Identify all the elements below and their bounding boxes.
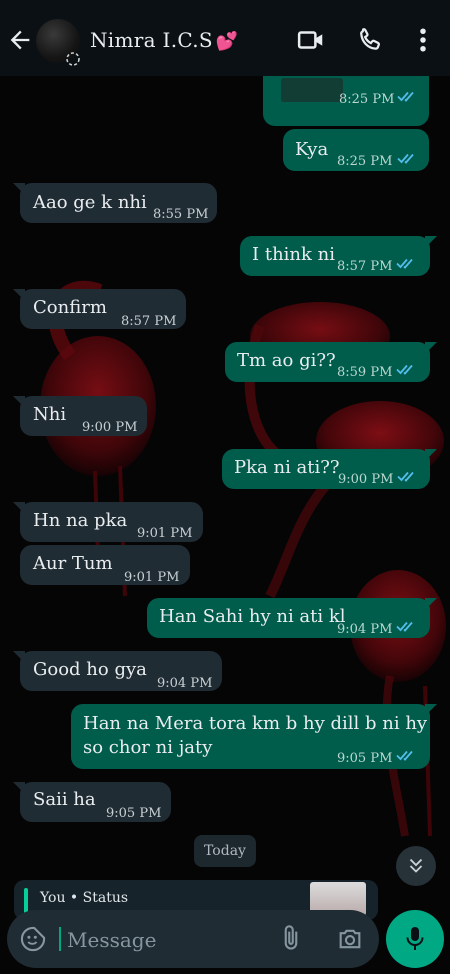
- voice-message-button[interactable]: [386, 910, 444, 968]
- message-time: 8:25 PM: [337, 154, 393, 169]
- message-bubble[interactable]: Saii ha 9:05 PM: [13, 782, 171, 822]
- bubble-tail: [13, 651, 25, 663]
- message-time: 9:04 PM: [337, 622, 393, 637]
- bubble-tail: [13, 396, 25, 408]
- message-text: Saii ha: [33, 789, 96, 810]
- message-bubble[interactable]: Confirm 8:57 PM: [13, 289, 186, 329]
- message-time: 9:01 PM: [137, 526, 193, 541]
- voice-call-icon[interactable]: [355, 25, 385, 55]
- read-ticks-icon: [396, 621, 413, 632]
- message-time: 9:00 PM: [338, 472, 394, 487]
- message-time: 9:04 PM: [157, 676, 213, 691]
- video-call-icon[interactable]: [296, 25, 326, 55]
- message-text: Pka ni ati??: [234, 457, 340, 478]
- message-bubble[interactable]: Kya 8:25 PM: [283, 129, 429, 171]
- bubble-tail: [13, 289, 25, 301]
- message-text: Aur Tum: [33, 553, 113, 574]
- message-composer: [7, 910, 379, 968]
- message-bubble[interactable]: Han na Mera tora km b hy dill b ni hy so…: [71, 704, 437, 769]
- bubble-tail: [425, 449, 437, 461]
- attachment-paperclip-icon[interactable]: [277, 924, 305, 952]
- message-text: Hn na pka: [33, 510, 128, 531]
- contact-emoji: 💕: [215, 31, 239, 52]
- bubble-tail: [425, 236, 437, 248]
- message-time: 9:01 PM: [124, 570, 180, 585]
- message-time: 8:25 PM: [339, 92, 395, 107]
- message-text: Tm ao gi??: [237, 350, 336, 371]
- message-bubble[interactable]: I think ni 8:57 PM: [240, 236, 437, 276]
- camera-icon[interactable]: [335, 925, 365, 953]
- message-time: 9:05 PM: [106, 806, 162, 821]
- message-bubble[interactable]: Tm ao gi?? 8:59 PM: [225, 342, 437, 382]
- status-reply-label: You • Status: [40, 890, 129, 906]
- more-options-icon[interactable]: [408, 25, 438, 55]
- message-list[interactable]: 8:25 PM Kya 8:25 PM Aao ge k nhi 8:55 PM…: [0, 76, 450, 908]
- bubble-tail: [13, 782, 25, 794]
- message-text: Kya: [295, 139, 329, 160]
- chat-header: Nimra I.C.S 💕: [0, 0, 450, 76]
- read-ticks-icon: [397, 471, 414, 482]
- read-ticks-icon: [396, 750, 413, 761]
- microphone-icon: [406, 927, 424, 950]
- message-text-line2: so chor ni jaty: [83, 737, 213, 758]
- bubble-tail: [13, 502, 25, 514]
- read-ticks-icon: [396, 364, 413, 375]
- read-ticks-icon: [397, 91, 414, 102]
- message-text: I think ni: [252, 244, 335, 265]
- message-bubble[interactable]: Nhi 9:00 PM: [13, 396, 147, 436]
- redacted-block: [281, 78, 343, 102]
- contact-name-text: Nimra I.C.S: [90, 28, 213, 52]
- read-ticks-icon: [396, 258, 413, 269]
- message-text: Han Sahi hy ni ati kl: [159, 606, 346, 627]
- message-bubble[interactable]: Good ho gya 9:04 PM: [13, 651, 222, 691]
- message-time: 8:57 PM: [337, 259, 393, 274]
- message-bubble[interactable]: Pka ni ati?? 9:00 PM: [222, 449, 437, 489]
- message-text-line1: Han na Mera tora km b hy dill b ni hy: [83, 713, 428, 734]
- message-time: 9:05 PM: [337, 751, 393, 766]
- back-arrow-icon[interactable]: [6, 26, 34, 54]
- bubble-tail: [425, 598, 437, 610]
- message-bubble[interactable]: Aur Tum 9:01 PM: [20, 545, 190, 585]
- bubble-tail: [13, 183, 25, 195]
- date-divider: Today: [194, 835, 256, 867]
- double-chevron-down-icon: [409, 858, 423, 873]
- message-time: 9:00 PM: [82, 420, 138, 435]
- message-bubble[interactable]: Han Sahi hy ni ati kl 9:04 PM: [147, 598, 437, 638]
- message-bubble[interactable]: Aao ge k nhi 8:55 PM: [13, 183, 217, 223]
- message-bubble[interactable]: Hn na pka 9:01 PM: [13, 502, 203, 542]
- text-caret: [59, 927, 61, 951]
- message-time: 8:55 PM: [153, 207, 209, 222]
- status-ring-icon: [66, 52, 80, 66]
- message-text: Confirm: [33, 297, 107, 318]
- read-ticks-icon: [397, 153, 414, 164]
- message-time: 8:59 PM: [337, 365, 393, 380]
- message-input[interactable]: [65, 924, 269, 956]
- contact-name[interactable]: Nimra I.C.S 💕: [90, 28, 239, 52]
- message-text: Aao ge k nhi: [33, 192, 147, 213]
- message-text: Nhi: [33, 404, 67, 425]
- message-bubble-partial[interactable]: 8:25 PM: [263, 76, 429, 126]
- message-text: Good ho gya: [33, 659, 147, 680]
- emoji-sticker-icon[interactable]: [19, 925, 47, 953]
- scroll-to-bottom-button[interactable]: [396, 846, 436, 886]
- message-time: 8:57 PM: [121, 314, 177, 329]
- bubble-tail: [425, 342, 437, 354]
